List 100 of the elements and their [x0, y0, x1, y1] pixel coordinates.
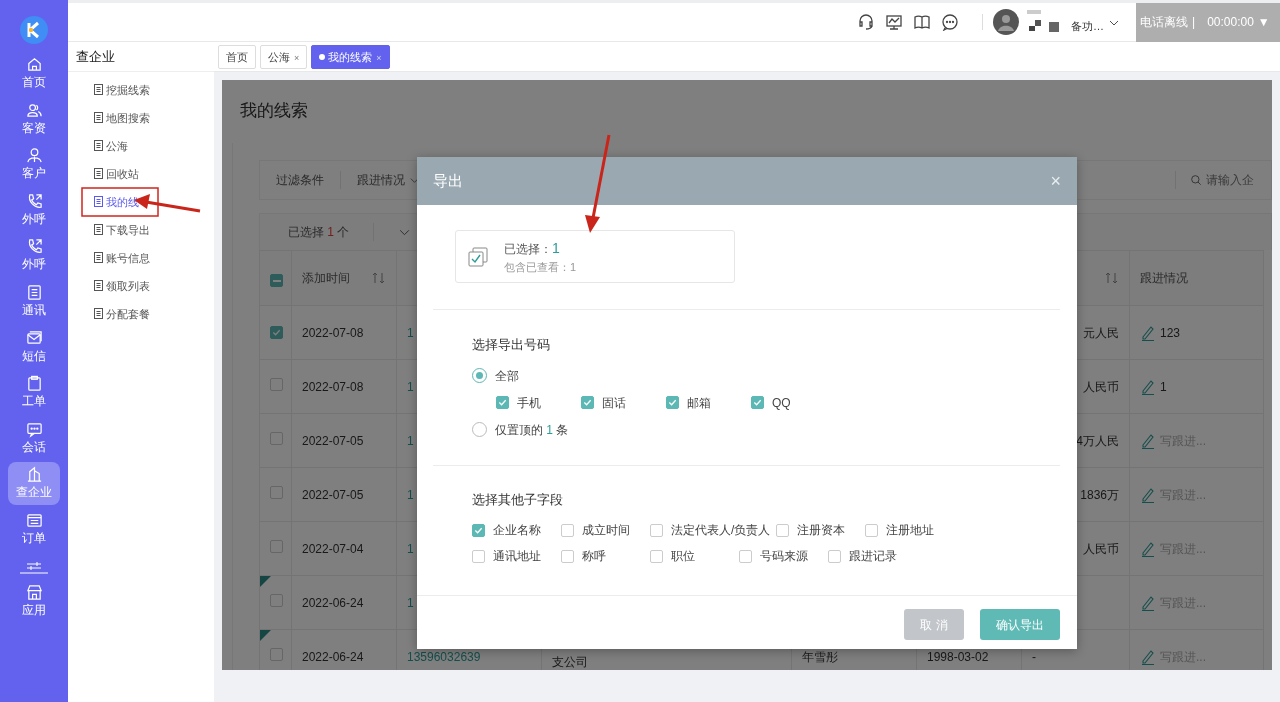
- menu-item[interactable]: 挖掘线索: [68, 76, 214, 104]
- checkbox-option[interactable]: 跟进记录: [828, 547, 917, 565]
- copy-check-icon: [468, 246, 488, 267]
- menu-item[interactable]: 回收站: [68, 160, 214, 188]
- nav-item[interactable]: 短信: [8, 325, 60, 369]
- checkbox[interactable]: [865, 523, 879, 537]
- radio-button[interactable]: [472, 368, 487, 383]
- edit-icon[interactable]: [1140, 324, 1156, 341]
- edit-icon[interactable]: [1140, 378, 1156, 395]
- list-icon: [25, 511, 43, 529]
- radio-option[interactable]: 仅置顶的 1 条: [417, 420, 1077, 439]
- edit-icon[interactable]: [1140, 594, 1156, 611]
- page-title: 我的线索: [239, 100, 309, 122]
- checkbox-option[interactable]: 固话: [581, 393, 666, 412]
- sort-icon[interactable]: [1105, 272, 1119, 284]
- section-title: 选择导出号码: [471, 336, 551, 354]
- capital-text: 人民币: [1083, 541, 1119, 556]
- capital-text: 元人民: [1083, 325, 1119, 340]
- edit-icon[interactable]: [1140, 540, 1156, 557]
- checkbox[interactable]: [270, 431, 283, 445]
- checkbox[interactable]: [270, 485, 283, 499]
- page-tab[interactable]: 首页: [218, 45, 256, 69]
- checkbox-option[interactable]: 注册资本: [776, 521, 866, 539]
- building-icon: [25, 466, 43, 484]
- checkbox[interactable]: [270, 325, 283, 339]
- menu-item[interactable]: 地图搜索: [68, 104, 214, 132]
- checkbox-option[interactable]: QQ: [751, 393, 836, 412]
- date-text: 2022-06-24: [302, 595, 364, 610]
- check-icon: [272, 327, 281, 337]
- nav-item[interactable]: 外呼: [8, 188, 60, 232]
- nav-item[interactable]: 客资: [8, 97, 60, 141]
- radio-option[interactable]: 全部: [417, 366, 1077, 385]
- home-icon: [25, 56, 43, 73]
- menu-item[interactable]: 账号信息: [68, 244, 214, 272]
- nav-item[interactable]: 订单: [8, 507, 60, 551]
- checkbox[interactable]: [270, 593, 283, 607]
- checkbox-option[interactable]: 称呼: [561, 547, 650, 565]
- checkbox-option[interactable]: 注册地址: [865, 521, 955, 539]
- checkbox-option[interactable]: 职位: [650, 547, 739, 565]
- nav-item[interactable]: 首页: [8, 52, 60, 95]
- checkbox[interactable]: [496, 396, 509, 409]
- phone-link[interactable]: 13596032639: [407, 649, 481, 664]
- sort-icon[interactable]: [372, 272, 386, 284]
- checkbox-option[interactable]: 法定代表人/负责人: [650, 521, 777, 539]
- checkbox-option[interactable]: 邮箱: [666, 393, 751, 412]
- nav-item[interactable]: 通讯: [8, 279, 60, 323]
- checkbox-option[interactable]: 成立时间: [561, 521, 650, 539]
- menu-item[interactable]: 我的线: [68, 188, 214, 216]
- filter-label: 过滤条件: [276, 172, 325, 189]
- date-text: 2022-06-24: [302, 649, 364, 664]
- nav-item[interactable]: 客户: [8, 143, 60, 186]
- close-tab-button[interactable]: ×: [376, 53, 382, 63]
- checkbox[interactable]: [739, 549, 752, 563]
- column-header[interactable]: 跟进情况: [1140, 269, 1188, 287]
- page-tab[interactable]: 我的线索 ×: [311, 45, 390, 69]
- menu-item[interactable]: 分配套餐: [68, 300, 214, 328]
- menu-item[interactable]: 下载导出: [68, 216, 214, 244]
- edit-icon[interactable]: [1140, 432, 1156, 449]
- checkbox[interactable]: [650, 549, 663, 563]
- checkbox[interactable]: [270, 539, 283, 553]
- edit-icon[interactable]: [1140, 648, 1156, 665]
- checkbox[interactable]: [270, 647, 283, 661]
- checkbox[interactable]: [270, 274, 283, 288]
- checkbox[interactable]: [472, 549, 485, 563]
- column-header[interactable]: 添加时间: [302, 269, 350, 287]
- checkbox[interactable]: [751, 396, 764, 409]
- user-icon: [25, 147, 43, 165]
- checkbox[interactable]: [666, 396, 679, 409]
- nav-item[interactable]: 外呼: [8, 234, 60, 277]
- checkbox[interactable]: [581, 396, 594, 409]
- page-tab[interactable]: 公海 ×: [260, 45, 308, 69]
- checkbox-option[interactable]: 通讯地址: [472, 547, 561, 565]
- user-name[interactable]: 备功…: [1071, 17, 1104, 35]
- menu-item[interactable]: 公海: [68, 132, 214, 160]
- avatar-icon[interactable]: [993, 9, 1019, 35]
- check-icon: [753, 398, 762, 407]
- checkbox[interactable]: [270, 377, 283, 391]
- checkbox-option[interactable]: 手机: [496, 393, 581, 412]
- checkbox[interactable]: [650, 523, 663, 537]
- checkbox[interactable]: [828, 549, 841, 563]
- menu-item[interactable]: 领取列表: [68, 272, 214, 300]
- checkbox[interactable]: [776, 523, 790, 537]
- checkbox[interactable]: [561, 523, 574, 537]
- checkbox-option[interactable]: 号码来源: [739, 547, 828, 565]
- date-text: 2022-07-04: [302, 541, 364, 556]
- search-field[interactable]: 请输入企: [1175, 171, 1255, 189]
- nav-item[interactable]: 会话: [8, 416, 60, 460]
- date-text: 2022-07-08: [302, 379, 364, 394]
- nav-item[interactable]: 工单: [8, 371, 60, 414]
- nav-item[interactable]: 应用: [8, 579, 60, 623]
- nav-item[interactable]: 查企业: [8, 462, 60, 505]
- edit-icon[interactable]: [1140, 486, 1156, 503]
- checkbox-option[interactable]: 企业名称: [472, 521, 561, 539]
- separator-text: |: [1192, 14, 1196, 31]
- followup-text: 1: [1160, 378, 1167, 396]
- radio-button[interactable]: [472, 422, 487, 437]
- close-tab-button[interactable]: ×: [294, 53, 300, 63]
- selected-count: 已选择：1: [504, 238, 561, 258]
- checkbox[interactable]: [561, 549, 574, 563]
- checkbox[interactable]: [472, 523, 485, 537]
